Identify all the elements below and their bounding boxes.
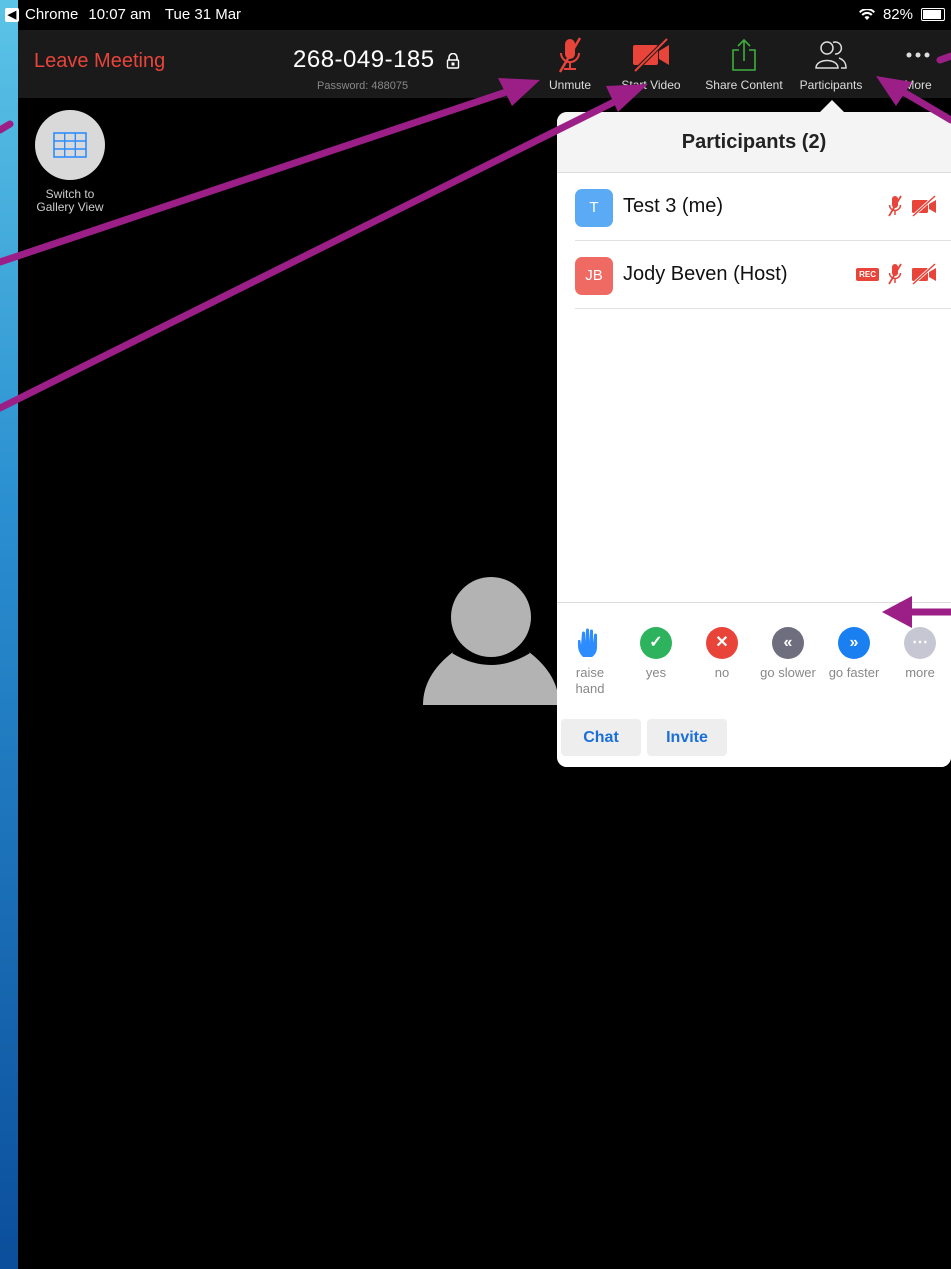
zoom-meeting-screen: ◀ Chrome 10:07 am Tue 31 Mar 82% Leave M… [5,0,951,1269]
reaction-label-line2: hand [575,681,605,696]
video-off-icon [633,37,669,73]
user-avatar-placeholder-icon [423,577,559,705]
fast-forward-icon: » [838,627,870,659]
start-video-button[interactable]: Start Video [614,36,688,92]
lock-icon [446,52,459,69]
participants-button[interactable]: Participants [794,36,868,92]
reaction-label: go slower [760,665,816,680]
grid-icon [53,132,87,158]
start-video-label: Start Video [621,78,681,92]
battery-fill [923,10,942,19]
rewind-icon: « [772,627,804,659]
battery-icon [921,8,945,21]
participant-row[interactable]: T Test 3 (me) [575,173,951,241]
gallery-label-line2: Gallery View [36,200,104,214]
status-time: 10:07 am [88,6,151,23]
video-off-icon [911,263,937,285]
ios-status-bar: ◀ Chrome 10:07 am Tue 31 Mar 82% [5,0,951,30]
checkmark-icon: ✓ [640,627,672,659]
panel-footer: Chat Invite [557,707,951,767]
reactions-bar: raise hand ✓ yes ✕ no « go slower » go f… [557,602,951,708]
more-reactions-button[interactable]: ⋯ more [887,627,951,681]
unmute-label: Unmute [548,78,592,92]
participants-icon [815,41,847,69]
meeting-password: Password: 488075 [317,80,409,92]
participants-panel: Participants (2) T Test 3 (me) JB Jody B… [557,112,951,767]
raise-hand-icon [578,628,597,657]
participant-status-icons [887,195,937,217]
meeting-id-text: 268-049-185 [293,46,435,73]
video-off-icon [911,195,937,217]
reaction-label: raise [575,665,605,680]
wifi-icon [858,8,875,20]
participant-name: Jody Beven (Host) [623,263,788,285]
chat-button[interactable]: Chat [561,719,641,756]
status-right: 82% [858,6,945,23]
more-label: More [904,78,932,92]
raise-hand-button[interactable]: raise hand [557,627,623,697]
reaction-label: more [905,665,935,680]
unmute-button[interactable]: Unmute [538,36,602,92]
participant-avatar: JB [575,257,613,295]
participant-avatar: T [575,189,613,227]
invite-button[interactable]: Invite [647,719,727,756]
go-faster-button[interactable]: » go faster [821,627,887,681]
more-dots-icon: ⋯ [904,627,936,659]
switch-gallery-view-button[interactable]: Switch to Gallery View [34,110,106,214]
muted-mic-icon [558,37,582,73]
reaction-label: no [714,665,730,680]
meeting-toolbar: Leave Meeting 268-049-185 Password: 4880… [18,30,951,98]
back-app-label[interactable]: Chrome [25,6,78,23]
status-date: Tue 31 Mar [164,6,242,23]
participants-label: Participants [799,78,863,92]
leave-meeting-button[interactable]: Leave Meeting [34,50,165,73]
status-left: ◀ Chrome 10:07 am Tue 31 Mar [5,6,241,23]
participant-row[interactable]: JB Jody Beven (Host) REC [575,241,951,309]
share-content-label: Share Content [705,78,783,92]
x-icon: ✕ [706,627,738,659]
more-icon [906,52,930,58]
reaction-label: yes [645,665,667,680]
muted-mic-icon [888,195,902,217]
participants-title: Participants (2) [557,112,951,173]
gallery-circle [35,110,105,180]
share-icon [732,38,756,71]
back-to-app-icon[interactable]: ◀ [5,7,19,22]
yes-button[interactable]: ✓ yes [623,627,689,681]
no-button[interactable]: ✕ no [689,627,755,681]
muted-mic-icon [888,263,902,285]
battery-percent: 82% [882,6,913,23]
reaction-label: go faster [828,665,880,680]
go-slower-button[interactable]: « go slower [755,627,821,681]
share-content-button[interactable]: Share Content [700,36,788,92]
recording-badge: REC [856,267,879,281]
annotation-arrow [0,120,14,134]
participant-status-icons: REC [856,263,937,285]
more-button[interactable]: More [893,36,943,92]
participant-name: Test 3 (me) [623,195,724,217]
meeting-id-display[interactable]: 268-049-185 [293,46,460,74]
panel-caret [820,100,844,112]
